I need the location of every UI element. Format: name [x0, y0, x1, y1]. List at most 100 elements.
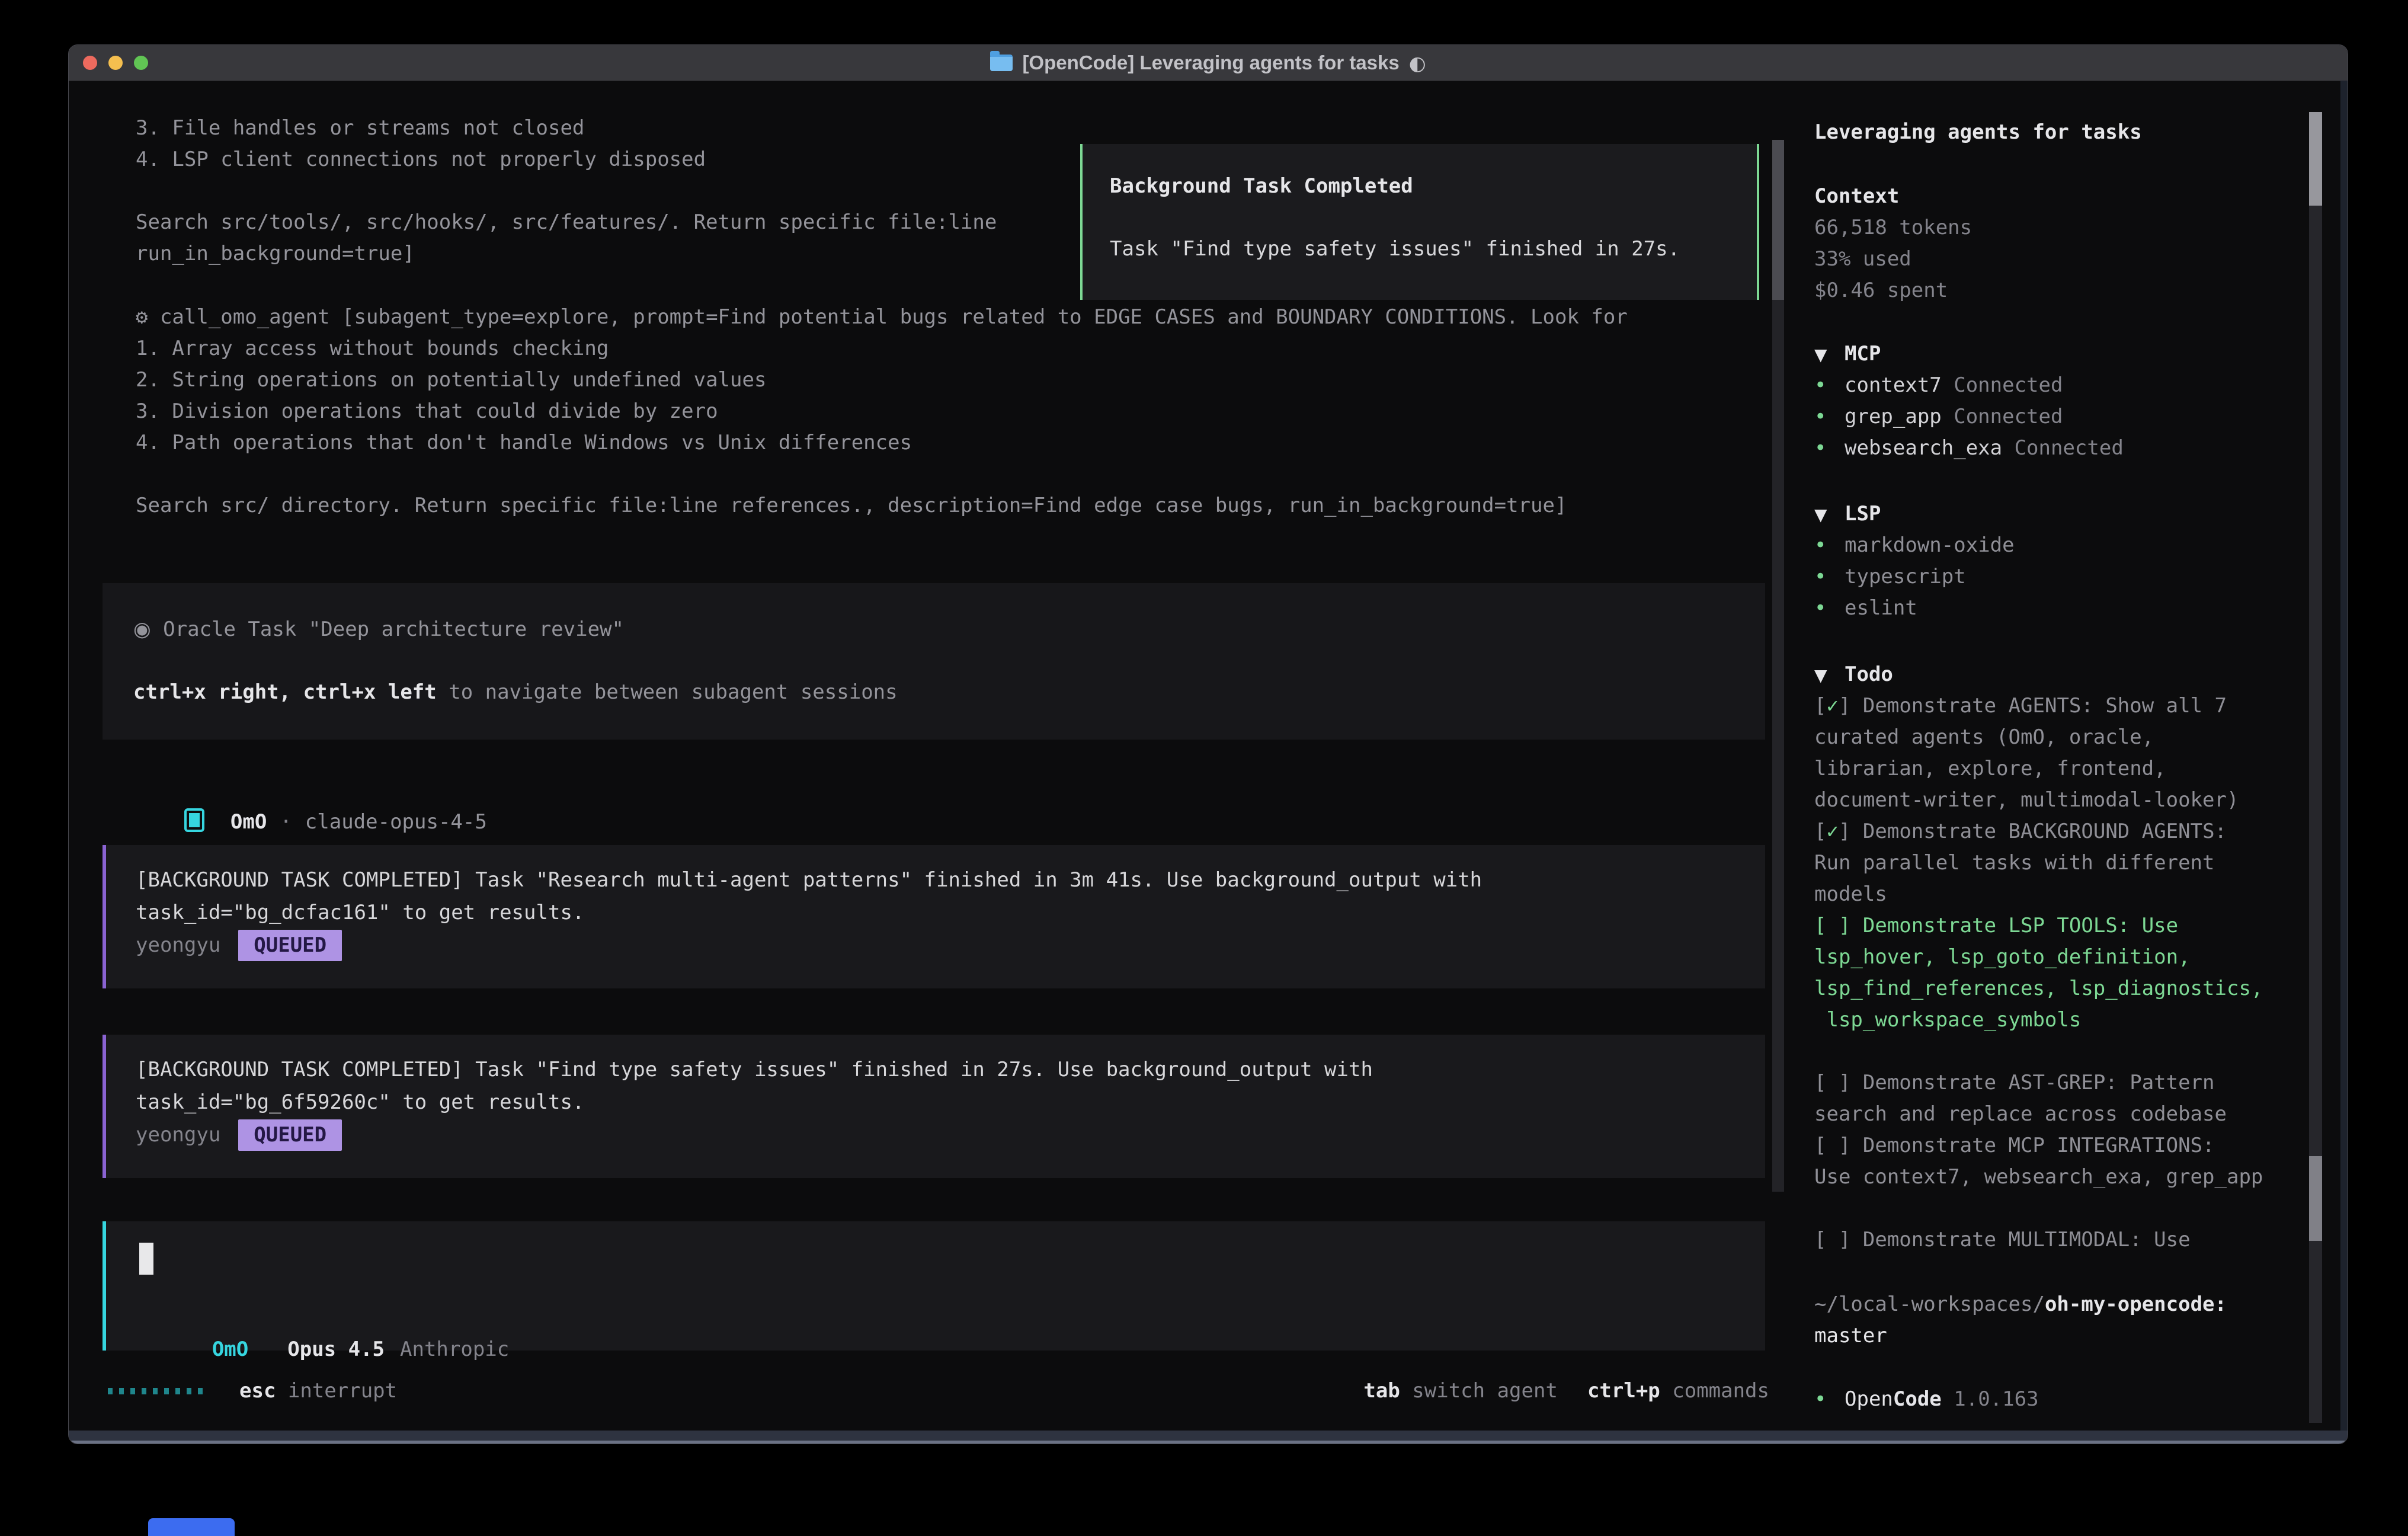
main-scrollbar-thumb[interactable] — [1772, 140, 1784, 300]
mcp-server-status: Connected — [2002, 436, 2124, 460]
desktop: { "colors": { "accent_green": "#7dd894",… — [0, 0, 2408, 1532]
session-progress-icon: ◐ — [1409, 52, 1426, 75]
todo-item-done: [✓] Demonstrate AGENTS: Show all 7 curat… — [1814, 690, 2324, 816]
chevron-down-icon: ▼ — [1814, 499, 1845, 530]
terminal-line: Search src/tools/, src/hooks/, src/featu… — [136, 207, 997, 238]
input-agent-label[interactable]: OmO — [212, 1337, 248, 1361]
mcp-item: •context7 Connected — [1814, 370, 2124, 401]
todo-item-pending: [ ] Demonstrate MCP INTEGRATIONS: Use co… — [1814, 1130, 2324, 1193]
context-used: 33% used — [1814, 244, 1972, 275]
task-user: yeongyu — [136, 933, 220, 957]
agent-icon — [184, 808, 204, 832]
task-message-line: [BACKGROUND TASK COMPLETED] Task "Resear… — [136, 864, 1735, 897]
lsp-item: •markdown-oxide — [1814, 530, 2015, 561]
input-meta-row: OmOOpus 4.5Anthropic — [139, 1303, 509, 1334]
bullet-icon: • — [1814, 1384, 1845, 1415]
lsp-heading: LSP — [1845, 502, 1881, 526]
oracle-task-banner: ◉ Oracle Task "Deep architecture review"… — [103, 583, 1765, 740]
main-scrollbar[interactable] — [1772, 140, 1784, 1192]
sidebar-lsp-section: ▼LSP •markdown-oxide •typescript •eslint — [1814, 498, 2015, 624]
context-spent: $0.46 spent — [1814, 275, 1972, 306]
mcp-server-name: grep_app — [1845, 405, 1942, 428]
tool-call-item: 4. Path operations that don't handle Win… — [136, 427, 1628, 459]
todo-scrollbar-thumb[interactable] — [2309, 1156, 2322, 1241]
app-name-bold: Code — [1893, 1387, 1942, 1411]
activity-spinner — [108, 1388, 203, 1394]
chevron-down-icon: ▼ — [1814, 339, 1845, 370]
terminal-window: [OpenCode] Leveraging agents for tasks ◐… — [68, 44, 2348, 1444]
session-title-text: Leveraging agents for tasks — [1814, 117, 2142, 148]
mcp-item: •websearch_exa Connected — [1814, 433, 2124, 464]
terminal-line: run_in_background=true] — [136, 238, 997, 270]
oracle-hint-line: ctrl+x right, ctrl+x left to navigate be… — [133, 677, 1734, 708]
ctrlp-label: commands — [1660, 1379, 1769, 1403]
queued-badge: QUEUED — [238, 930, 342, 961]
task-meta-row: yeongyu QUEUED — [136, 1119, 1735, 1151]
lsp-server-name: markdown-oxide — [1845, 533, 2015, 557]
app-name: Open — [1845, 1387, 1893, 1411]
lsp-item: •eslint — [1814, 593, 2015, 624]
sidebar-context-section: Context 66,518 tokens 33% used $0.46 spe… — [1814, 181, 1972, 306]
empty-checkbox-icon: [ ] — [1814, 914, 1863, 937]
todo-item-done: [✓] Demonstrate BACKGROUND AGENTS: Run p… — [1814, 816, 2324, 910]
sidebar-workspace: ~/local-workspaces/oh-my-opencode: maste… — [1814, 1289, 2227, 1352]
lsp-server-name: typescript — [1845, 565, 1966, 588]
mcp-server-status: Connected — [1942, 405, 2063, 428]
mcp-heading: MCP — [1845, 342, 1881, 366]
minimize-button[interactable] — [108, 56, 123, 70]
todo-section-header[interactable]: ▼Todo — [1814, 659, 2324, 690]
mcp-server-name: context7 — [1845, 373, 1942, 397]
tool-call-item: 3. Division operations that could divide… — [136, 396, 1628, 427]
oracle-title-line: ◉ Oracle Task "Deep architecture review" — [133, 614, 1734, 645]
sidebar-todo-section: ▼Todo [✓] Demonstrate AGENTS: Show all 7… — [1814, 659, 2324, 1256]
terminal-line: 3. File handles or streams not closed — [136, 113, 997, 144]
empty-checkbox-icon: [ ] — [1814, 1228, 1863, 1252]
sidebar-scrollbar[interactable] — [2309, 112, 2322, 1423]
tab-label: switch agent — [1400, 1379, 1558, 1403]
input-provider-label: Anthropic — [400, 1337, 509, 1361]
prompt-input[interactable]: OmOOpus 4.5Anthropic — [103, 1221, 1765, 1351]
queued-badge: QUEUED — [238, 1119, 342, 1151]
input-model-label[interactable]: Opus 4.5 — [287, 1337, 385, 1361]
bullet-icon: • — [1814, 530, 1845, 561]
window-titlebar: [OpenCode] Leveraging agents for tasks ◐ — [69, 45, 2348, 81]
tool-call-block: ⚙ call_omo_agent [subagent_type=explore,… — [136, 302, 1628, 521]
close-button[interactable] — [83, 56, 97, 70]
bullet-icon: • — [1814, 593, 1845, 624]
todo-heading: Todo — [1845, 663, 1893, 686]
bullet-icon: • — [1814, 561, 1845, 593]
tool-call-item: 1. Array access without bounds checking — [136, 333, 1628, 364]
agent-header: OmO·claude-opus-4-5 — [136, 775, 487, 807]
context-heading: Context — [1814, 181, 1972, 212]
window-title-text: [OpenCode] Leveraging agents for tasks — [1022, 52, 1399, 74]
task-message-line: [BACKGROUND TASK COMPLETED] Task "Find t… — [136, 1054, 1735, 1086]
check-icon: ✓ — [1826, 694, 1838, 718]
shortcut-hint: to navigate between subagent sessions — [437, 680, 898, 704]
agent-name: OmO — [230, 810, 267, 834]
workspace-path: ~/local-workspaces/ — [1814, 1292, 2045, 1316]
mcp-item: •grep_app Connected — [1814, 401, 2124, 433]
bullet-icon: • — [1814, 401, 1845, 433]
todo-item-pending: [ ] Demonstrate AST-GREP: Pattern search… — [1814, 1067, 2324, 1130]
todo-item-pending: [ ] Demonstrate MULTIMODAL: Use — [1814, 1224, 2324, 1256]
mcp-server-status: Connected — [1942, 373, 2063, 397]
dock-accent-bar — [148, 1518, 235, 1536]
maximize-button[interactable] — [134, 56, 148, 70]
sidebar-scrollbar-thumb[interactable] — [2309, 112, 2322, 206]
task-user: yeongyu — [136, 1123, 220, 1147]
esc-label: interrupt — [276, 1379, 397, 1403]
lsp-section-header[interactable]: ▼LSP — [1814, 498, 2015, 530]
workspace-branch: master — [1814, 1320, 2227, 1352]
mcp-server-name: websearch_exa — [1845, 436, 2002, 460]
tool-call-item: 2. String operations on potentially unde… — [136, 364, 1628, 396]
check-icon: ✓ — [1826, 820, 1838, 843]
sidebar-version: •OpenCode 1.0.163 — [1814, 1384, 2039, 1415]
task-meta-row: yeongyu QUEUED — [136, 929, 1735, 962]
mcp-section-header[interactable]: ▼MCP — [1814, 338, 2124, 370]
agent-model: claude-opus-4-5 — [305, 810, 487, 834]
empty-checkbox-icon: [ ] — [1814, 1071, 1863, 1095]
gear-icon: ⚙ — [136, 305, 148, 329]
chevron-down-icon: ▼ — [1814, 660, 1845, 691]
sidebar-mcp-section: ▼MCP •context7 Connected •grep_app Conne… — [1814, 338, 2124, 464]
text-cursor — [139, 1243, 153, 1275]
